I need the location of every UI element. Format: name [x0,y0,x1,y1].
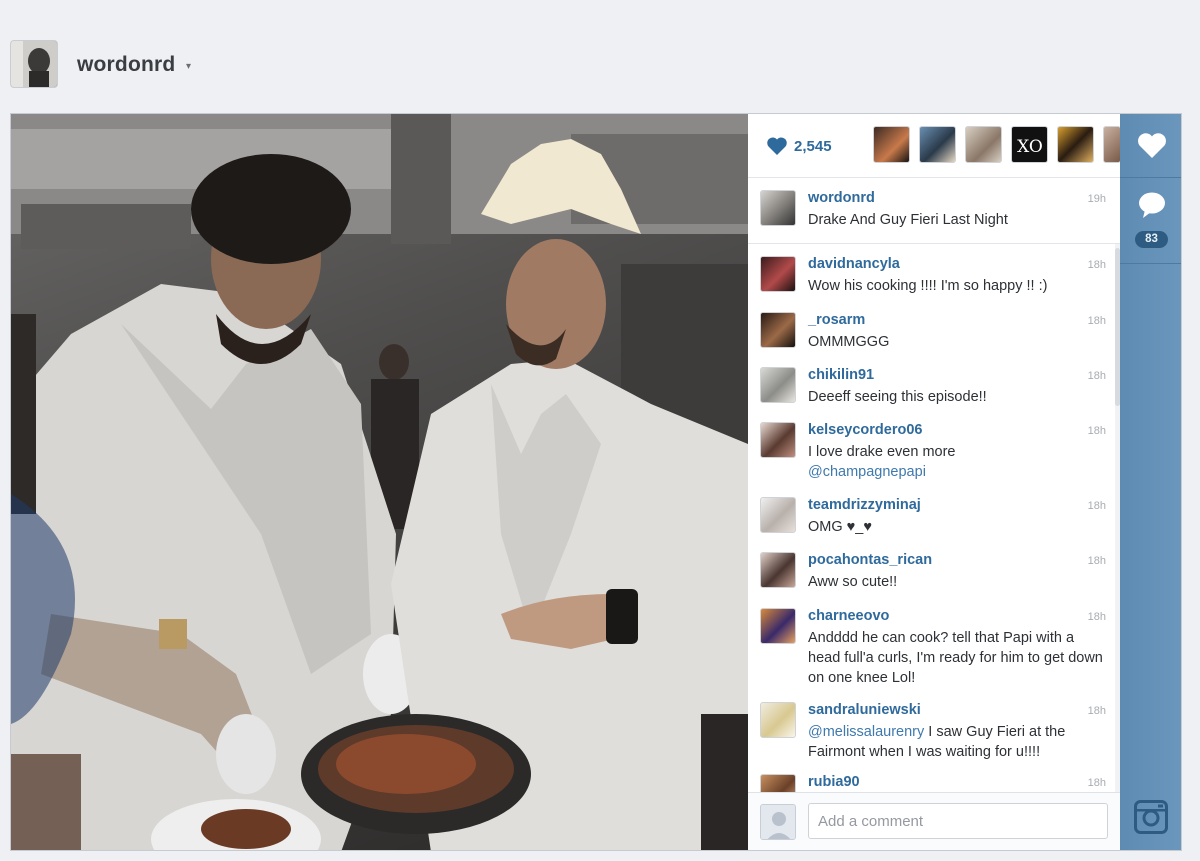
comment-username[interactable]: _rosarm [808,312,865,328]
comment-username[interactable]: charneeovo [808,608,889,624]
comment-username[interactable]: chikilin91 [808,367,874,383]
instagram-camera-icon[interactable] [1134,800,1168,839]
liker-avatar[interactable] [965,126,1002,163]
comment-text: I love drake even more @champagnepapi [808,442,1108,482]
comment-time: 18h [1087,777,1106,789]
caption: wordonrd 19h Drake And Guy Fieri Last Ni… [748,178,1120,244]
default-avatar-icon [760,804,796,840]
comment-username[interactable]: pocahontas_rican [808,552,932,568]
comment-item: _rosarm 18h OMMMGGG [748,300,1120,355]
likers-strip: XO [873,126,1121,163]
comment-body: I love drake even more [808,444,956,460]
comment-avatar[interactable] [760,702,796,738]
comment-item: charneeovo 18h Andddd he can cook? tell … [748,596,1120,690]
comment-username[interactable]: sandraluniewski [808,702,921,718]
comment-text: Andddd he can cook? tell that Papi with … [808,630,1103,686]
chevron-down-icon[interactable]: ▾ [186,61,191,72]
comment-time: 18h [1087,555,1106,567]
liker-avatar[interactable] [1103,126,1121,163]
comment-count-badge: 83 [1135,231,1168,248]
comment-avatar[interactable] [760,256,796,292]
likes-bar: 2,545 XO [748,114,1121,178]
comment-item: teamdrizzyminaj 18h OMG ♥_♥ [748,485,1120,540]
comment-avatar[interactable] [760,367,796,403]
comment-text: Aww so cute!! [808,574,898,590]
comment-time: 18h [1087,705,1106,717]
like-button[interactable] [1120,114,1181,178]
liker-avatar[interactable] [919,126,956,163]
comment-item: pocahontas_rican 18h Aww so cute!! [748,540,1120,596]
comment-text: OMMMGGG [808,334,890,350]
comment-time: 18h [1087,425,1106,437]
comment-avatar[interactable] [760,608,796,644]
comment-item: chikilin91 18h Deeeff seeing this episod… [748,355,1120,410]
comment-avatar[interactable] [760,774,796,792]
comment-text: Wow his cooking !!!! I'm so happy !! :) [808,278,1048,294]
comment-item: kelseycordero06 18h I love drake even mo… [748,410,1120,485]
comment-username[interactable]: davidnancyla [808,256,900,272]
add-comment-bar [748,792,1120,850]
comment-avatar[interactable] [760,497,796,533]
owner-username[interactable]: wordonrd [77,53,175,77]
caption-username[interactable]: wordonrd [808,190,875,206]
comment-text: OMG ♥_♥ [808,519,872,535]
comment-item: davidnancyla 18h Wow his cooking !!!! I'… [748,244,1120,300]
comments-panel: 2,545 XO wordonrd 19h Drake And Guy Fier… [748,114,1121,850]
comment-text: Deeeff seeing this episode!! [808,389,987,405]
liker-avatar[interactable]: XO [1011,126,1048,163]
comment-time: 18h [1087,611,1106,623]
post-photo[interactable] [11,114,748,850]
comment-item: sandraluniewski 18h @melissalaurenry I s… [748,690,1120,762]
comment-username[interactable]: teamdrizzyminaj [808,497,921,513]
add-comment-input[interactable] [808,803,1108,839]
caption-time: 19h [1087,193,1106,205]
caption-text: Drake And Guy Fieri Last Night [808,212,1008,228]
likes-count[interactable]: 2,545 [766,136,832,156]
comments-list: davidnancyla 18h Wow his cooking !!!! I'… [748,244,1120,792]
comment-time: 18h [1087,259,1106,271]
owner-avatar[interactable] [10,40,58,88]
comment-avatar[interactable] [760,422,796,458]
svg-text:XO: XO [1017,137,1043,157]
comment-avatar[interactable] [760,312,796,348]
comment-item: rubia90 18h [748,762,1120,792]
comment-avatar[interactable] [760,552,796,588]
liker-avatar[interactable] [873,126,910,163]
comment-time: 18h [1087,370,1106,382]
comment-time: 18h [1087,315,1106,327]
post-card: 2,545 XO wordonrd 19h Drake And Guy Fier… [10,113,1182,851]
heart-icon [767,137,787,155]
comment-username[interactable]: rubia90 [808,774,860,790]
liker-avatar[interactable] [1057,126,1094,163]
comment-button[interactable]: 83 [1120,178,1181,264]
caption-avatar[interactable] [760,190,796,226]
comment-text: @melissalaurenry I saw Guy Fieri at the … [808,722,1108,762]
comment-mention-link[interactable]: @melissalaurenry [808,724,924,740]
profile-header: wordonrd ▾ [0,0,1200,100]
heart-icon [1137,132,1166,158]
action-rail: 83 [1120,114,1181,850]
likes-number: 2,545 [794,137,832,155]
comment-mention-link[interactable]: @champagnepapi [808,464,926,480]
comment-time: 18h [1087,500,1106,512]
comment-username[interactable]: kelseycordero06 [808,422,922,438]
speech-bubble-icon [1139,192,1165,218]
